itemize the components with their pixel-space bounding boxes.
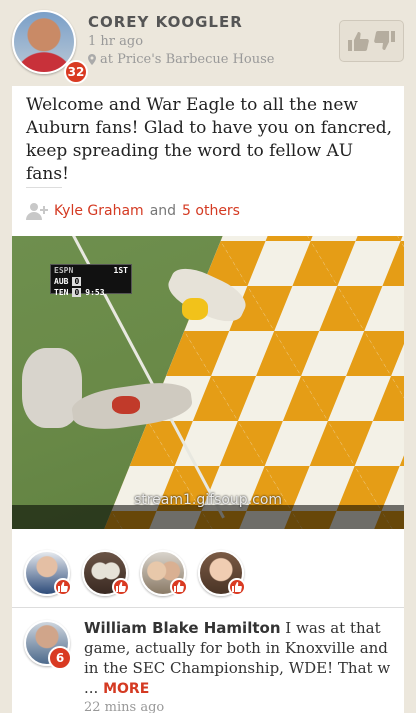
like-avatar-4[interactable] bbox=[198, 550, 246, 596]
thumbs-up-icon bbox=[228, 578, 246, 596]
scorebug: ESPN 1ST AUB 0 TEN 0 9:53 bbox=[50, 264, 132, 297]
commenter-badge-count: 6 bbox=[48, 646, 72, 670]
thumbs-up-icon bbox=[348, 32, 369, 51]
add-person-icon bbox=[26, 203, 48, 220]
post-card: Welcome and War Eagle to all the new Aub… bbox=[12, 86, 404, 713]
post-time: 1 hr ago bbox=[88, 34, 144, 49]
divider bbox=[12, 607, 404, 608]
media-bottom-bar bbox=[12, 505, 404, 529]
likers-others-link[interactable]: 5 others bbox=[182, 203, 240, 219]
comment-body: William Blake Hamilton I was at that gam… bbox=[84, 618, 404, 698]
thumbs-up-icon bbox=[54, 578, 72, 596]
like-avatar-1[interactable] bbox=[24, 550, 72, 596]
like-avatar-2[interactable] bbox=[82, 550, 130, 596]
likes-avatar-row bbox=[24, 550, 246, 596]
player-figure bbox=[182, 298, 208, 320]
author-avatar[interactable]: 32 bbox=[12, 10, 88, 84]
post-message: Welcome and War Eagle to all the new Aub… bbox=[26, 95, 393, 184]
media-watermark: stream1.gifsoup.com bbox=[133, 492, 283, 508]
post-header: 32 COREY KOOGLER 1 hr ago at Price's Bar… bbox=[0, 0, 416, 86]
comment-time: 22 mins ago bbox=[84, 700, 165, 713]
thumbs-down-icon bbox=[374, 31, 395, 50]
location-text: at Price's Barbecue House bbox=[100, 52, 275, 67]
like-avatar-3[interactable] bbox=[140, 550, 188, 596]
likers-connector: and bbox=[149, 203, 177, 219]
thumbs-up-icon bbox=[170, 578, 188, 596]
player-figure bbox=[112, 396, 140, 414]
liker-name-link[interactable]: Kyle Graham bbox=[54, 203, 144, 219]
thumbs-up-icon bbox=[112, 578, 130, 596]
post-media-video[interactable]: ESPN 1ST AUB 0 TEN 0 9:53 stream1.gifsoup.co… bbox=[12, 236, 404, 529]
likers-summary: Kyle Graham and 5 others bbox=[26, 202, 240, 220]
location-pin-icon bbox=[88, 54, 96, 65]
vote-button[interactable] bbox=[339, 20, 404, 62]
author-name[interactable]: COREY KOOGLER bbox=[88, 13, 243, 31]
comment-more-link[interactable]: MORE bbox=[103, 681, 149, 697]
divider bbox=[26, 187, 62, 188]
post-location[interactable]: at Price's Barbecue House bbox=[88, 52, 275, 67]
commenter-name[interactable]: William Blake Hamilton bbox=[84, 619, 281, 637]
author-badge-count: 32 bbox=[64, 60, 88, 84]
comment-ellipsis: ... bbox=[84, 679, 99, 697]
